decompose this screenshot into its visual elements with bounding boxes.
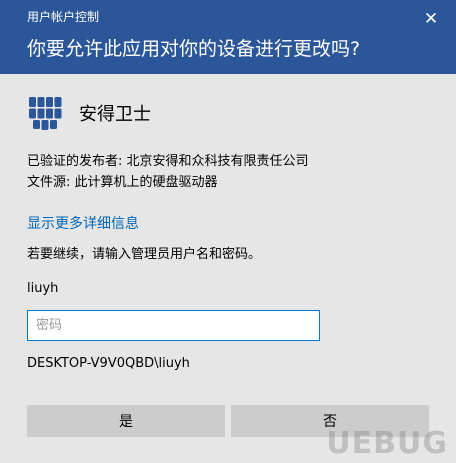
- app-shield-icon: [29, 97, 62, 130]
- watermark-logo: UEBUG: [326, 426, 448, 461]
- domain-user-label: DESKTOP-V9V0QBD\liuyh: [27, 356, 190, 371]
- file-origin-text: 文件源: 此计算机上的硬盘驱动器: [27, 175, 218, 190]
- app-info: 安得卫士: [27, 93, 151, 133]
- close-icon: ✕: [423, 9, 439, 29]
- prompt-question: 你要允许此应用对你的设备进行更改吗?: [27, 38, 361, 60]
- close-button[interactable]: ✕: [420, 8, 442, 30]
- password-input[interactable]: [27, 310, 320, 341]
- username-label: liuyh: [27, 281, 59, 296]
- show-more-details-link[interactable]: 显示更多详细信息: [27, 213, 139, 233]
- dialog-header: 用户帐户控制 ✕ 你要允许此应用对你的设备进行更改吗?: [0, 0, 456, 74]
- credentials-instruction: 若要继续，请输入管理员用户名和密码。: [27, 247, 262, 262]
- window-title: 用户帐户控制: [27, 10, 100, 24]
- app-name: 安得卫士: [79, 104, 151, 125]
- uac-dialog: 用户帐户控制 ✕ 你要允许此应用对你的设备进行更改吗? 安得卫士 已验证的发布者…: [0, 0, 456, 463]
- yes-button[interactable]: 是: [27, 405, 225, 437]
- publisher-text: 已验证的发布者: 北京安得和众科技有限责任公司: [27, 154, 309, 169]
